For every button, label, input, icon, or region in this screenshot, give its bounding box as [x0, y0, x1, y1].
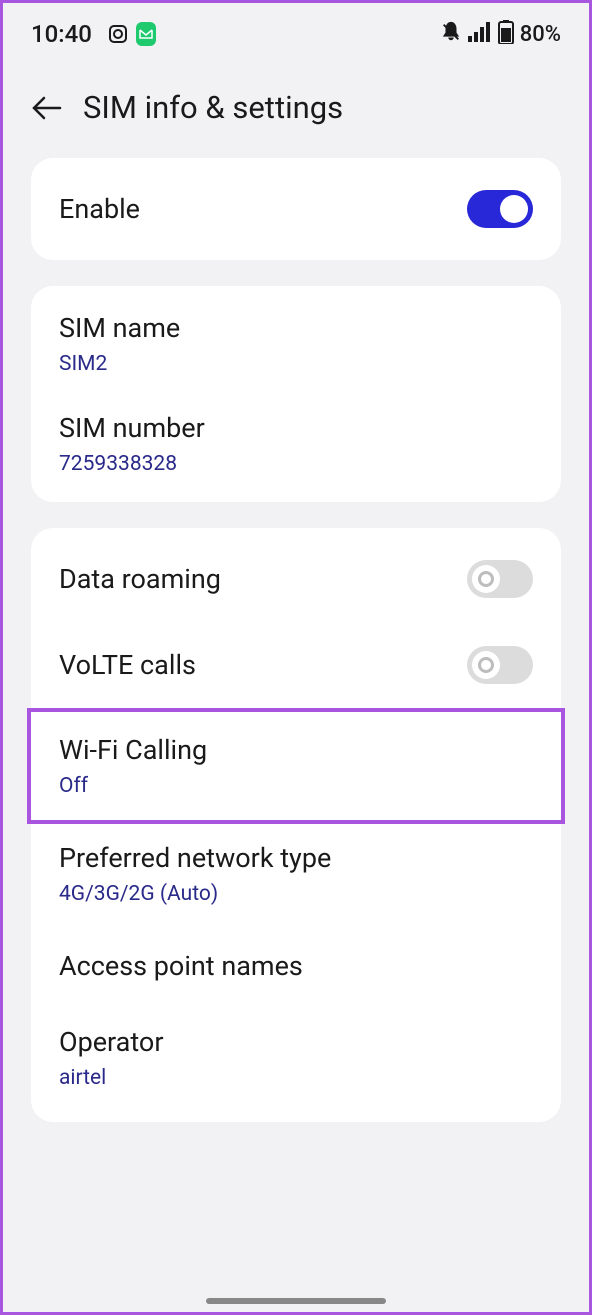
sim-info-card: SIM name SIM2 SIM number 7259338328	[31, 286, 561, 502]
sim-name-label: SIM name	[59, 312, 533, 344]
status-bar: 10:40 80%	[3, 3, 589, 61]
battery-percent: 80%	[520, 22, 561, 47]
page-header: SIM info & settings	[3, 61, 589, 158]
mail-icon	[136, 24, 156, 44]
volte-toggle[interactable]	[467, 646, 533, 684]
apn-label: Access point names	[59, 950, 533, 982]
volte-label: VoLTE calls	[59, 649, 196, 681]
status-time: 10:40	[31, 20, 92, 48]
page-title: SIM info & settings	[83, 89, 343, 126]
notifications-off-icon	[440, 21, 462, 47]
preferred-network-row[interactable]: Preferred network type 4G/3G/2G (Auto)	[31, 824, 561, 924]
wifi-calling-value: Off	[59, 774, 533, 798]
data-roaming-row[interactable]: Data roaming	[31, 536, 561, 622]
operator-value: airtel	[59, 1066, 533, 1090]
wifi-calling-highlight: Wi-Fi Calling Off	[27, 708, 565, 824]
battery-icon	[498, 20, 514, 48]
instagram-icon	[108, 24, 128, 44]
sim-number-row[interactable]: SIM number 7259338328	[31, 394, 561, 494]
enable-card: Enable	[31, 158, 561, 260]
sim-number-label: SIM number	[59, 412, 533, 444]
status-right: 80%	[440, 20, 561, 48]
preferred-network-label: Preferred network type	[59, 842, 533, 874]
enable-row[interactable]: Enable	[31, 166, 561, 252]
wifi-calling-row[interactable]: Wi-Fi Calling Off	[31, 712, 561, 820]
data-roaming-label: Data roaming	[59, 563, 221, 595]
sim-number-value: 7259338328	[59, 452, 533, 476]
volte-row[interactable]: VoLTE calls	[31, 622, 561, 708]
wifi-calling-label: Wi-Fi Calling	[59, 734, 533, 766]
preferred-network-value: 4G/3G/2G (Auto)	[59, 882, 533, 906]
back-arrow-icon[interactable]	[31, 92, 63, 124]
operator-label: Operator	[59, 1026, 533, 1058]
data-roaming-toggle[interactable]	[467, 560, 533, 598]
sim-name-value: SIM2	[59, 352, 533, 376]
enable-label: Enable	[59, 193, 140, 225]
sim-name-row[interactable]: SIM name SIM2	[31, 294, 561, 394]
operator-row[interactable]: Operator airtel	[31, 1008, 561, 1108]
enable-toggle[interactable]	[467, 190, 533, 228]
navigation-handle[interactable]	[206, 1298, 386, 1304]
apn-row[interactable]: Access point names	[31, 924, 561, 1008]
network-settings-card: Data roaming VoLTE calls Wi-Fi Calling O…	[31, 528, 561, 1122]
signal-icon	[468, 22, 492, 46]
status-left: 10:40	[31, 20, 156, 48]
